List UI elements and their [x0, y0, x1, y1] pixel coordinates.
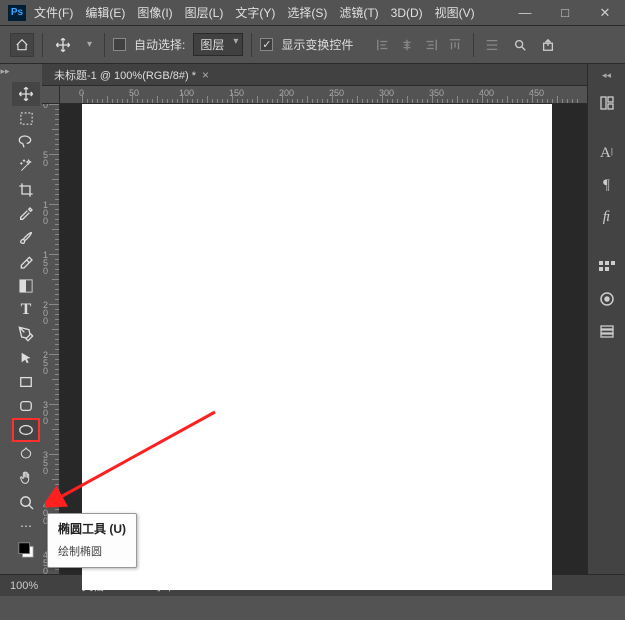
menu-edit[interactable]: 编辑(E)	[85, 4, 125, 21]
menubar: 文件(F) 编辑(E) 图像(I) 图层(L) 文字(Y) 选择(S) 滤镜(T…	[34, 0, 475, 26]
crop-tool[interactable]	[12, 178, 40, 202]
divider	[251, 33, 252, 57]
type-tool[interactable]: T	[12, 298, 40, 322]
menu-layer[interactable]: 图层(L)	[185, 4, 224, 21]
tooltip-title: 椭圆工具 (U)	[58, 520, 126, 537]
marquee-tool[interactable]	[12, 106, 40, 130]
align-center-icon[interactable]	[397, 35, 417, 55]
rectangle-tool[interactable]	[12, 370, 40, 394]
align-group	[373, 35, 465, 55]
document-tab-close-icon[interactable]: ×	[202, 68, 209, 82]
distribute-icon[interactable]	[482, 35, 502, 55]
eyedropper-tool[interactable]	[12, 202, 40, 226]
menu-select[interactable]: 选择(S)	[287, 4, 327, 21]
lasso-tool[interactable]	[12, 130, 40, 154]
maximize-button[interactable]: □	[545, 0, 585, 26]
options-bar: ▾ 自动选择: 图层 显示变换控件	[0, 26, 625, 64]
right-panels: ◂◂ A| ¶ ﬁ	[587, 64, 625, 574]
character-panel-icon[interactable]: A|	[593, 139, 621, 167]
rounded-rectangle-tool[interactable]	[12, 394, 40, 418]
align-right-icon[interactable]	[421, 35, 441, 55]
canvas-viewport: 050100150200250300350400450 050100150200…	[42, 86, 587, 574]
zoom-tool[interactable]	[12, 490, 40, 514]
horizontal-ruler[interactable]: 050100150200250300350400450	[60, 86, 587, 104]
divider	[473, 33, 474, 57]
tool-tooltip: 椭圆工具 (U) 绘制椭圆	[47, 513, 137, 568]
document-tab-label: 未标题-1 @ 100%(RGB/8#) *	[54, 67, 196, 83]
custom-shape-tool[interactable]	[12, 442, 40, 466]
canvas[interactable]	[82, 104, 552, 590]
collapse-arrow-icon: ▸▸	[0, 66, 9, 77]
divider	[104, 33, 105, 57]
menu-type[interactable]: 文字(Y)	[235, 4, 275, 21]
align-left-icon[interactable]	[373, 35, 393, 55]
document-tab[interactable]: 未标题-1 @ 100%(RGB/8#) * ×	[42, 64, 587, 86]
path-selection-tool[interactable]	[12, 346, 40, 370]
paragraph-panel-icon[interactable]: ¶	[593, 171, 621, 199]
gradient-tool[interactable]	[12, 274, 40, 298]
window-controls: — □ ✕	[505, 0, 625, 26]
glyphs-panel-icon[interactable]: ﬁ	[593, 203, 621, 231]
ruler-corner	[42, 86, 60, 104]
app-logo: Ps	[8, 5, 26, 21]
hand-tool[interactable]	[12, 466, 40, 490]
foreground-background-colors[interactable]	[12, 538, 40, 562]
vertical-ruler[interactable]: 050100150200250300350400450500	[42, 104, 60, 574]
home-icon[interactable]	[10, 33, 34, 57]
tooltip-description: 绘制椭圆	[58, 543, 126, 559]
menu-3d[interactable]: 3D(D)	[391, 6, 423, 20]
swatches-panel-icon[interactable]	[593, 253, 621, 281]
show-transform-label: 显示变换控件	[281, 36, 353, 53]
align-top-icon[interactable]	[445, 35, 465, 55]
panel-collapse-icon[interactable]: ◂◂	[602, 70, 611, 81]
auto-select-label: 自动选择:	[134, 36, 185, 53]
history-panel-icon[interactable]	[593, 89, 621, 117]
layer-dropdown[interactable]: 图层	[193, 33, 243, 56]
edit-toolbar[interactable]: ⋯	[12, 514, 40, 538]
menu-file[interactable]: 文件(F)	[34, 4, 73, 21]
libraries-panel-icon[interactable]	[593, 285, 621, 313]
search-icon[interactable]	[510, 35, 530, 55]
menu-image[interactable]: 图像(I)	[137, 4, 172, 21]
move-tool-icon[interactable]	[51, 35, 75, 55]
magic-wand-tool[interactable]	[12, 154, 40, 178]
auto-select-checkbox[interactable]	[113, 38, 126, 51]
show-transform-checkbox[interactable]	[260, 38, 273, 51]
titlebar: Ps 文件(F) 编辑(E) 图像(I) 图层(L) 文字(Y) 选择(S) 滤…	[0, 0, 625, 26]
pen-tool[interactable]	[12, 322, 40, 346]
minimize-button[interactable]: —	[505, 0, 545, 26]
layers-panel-icon[interactable]	[593, 317, 621, 345]
workspace: ▸▸ T ⋯ 未标题-1 @ 100%(RGB/8#) * × 050100	[0, 64, 625, 574]
canvas-area: 未标题-1 @ 100%(RGB/8#) * × 050100150200250…	[42, 64, 587, 574]
menu-view[interactable]: 视图(V)	[435, 4, 475, 21]
zoom-level[interactable]: 100%	[0, 580, 70, 592]
menu-filter[interactable]: 滤镜(T)	[339, 4, 378, 21]
dropdown-arrow-icon[interactable]: ▾	[83, 37, 96, 52]
left-collapse-strip[interactable]: ▸▸	[0, 64, 10, 574]
close-button[interactable]: ✕	[585, 0, 625, 26]
toolbox: T ⋯	[10, 64, 42, 574]
eraser-tool[interactable]	[12, 250, 40, 274]
move-tool[interactable]	[12, 82, 40, 106]
share-icon[interactable]	[538, 35, 558, 55]
divider	[42, 33, 43, 57]
brush-tool[interactable]	[12, 226, 40, 250]
ellipse-tool[interactable]	[12, 418, 40, 442]
